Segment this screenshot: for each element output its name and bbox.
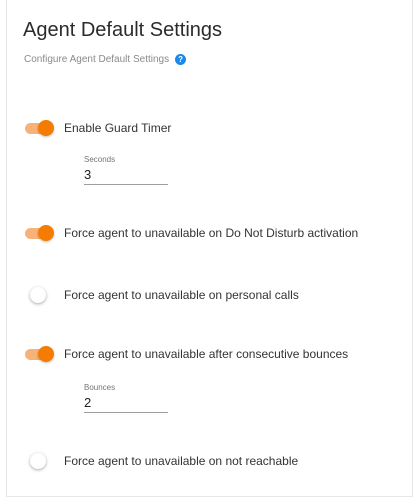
bounces-input[interactable]: 2 — [84, 395, 168, 412]
help-icon[interactable]: ? — [175, 54, 187, 65]
seconds-field[interactable]: Seconds 3 — [84, 155, 168, 185]
dnd-label: Force agent to unavailable on Do Not Dis… — [64, 226, 359, 240]
personal-calls-toggle[interactable] — [25, 287, 55, 303]
toggle-knob — [38, 120, 54, 136]
bounces-field-label: Bounces — [84, 383, 116, 392]
toggle-knob — [30, 453, 46, 469]
bounces-label: Force agent to unavailable after consecu… — [64, 347, 349, 361]
not-reachable-label: Force agent to unavailable on not reacha… — [64, 454, 299, 468]
setting-row-dnd: Force agent to unavailable on Do Not Dis… — [25, 225, 358, 241]
bounces-toggle[interactable] — [25, 346, 55, 362]
page-subtitle: Configure Agent Default Settings ? — [24, 54, 187, 65]
bounces-field[interactable]: Bounces 2 — [84, 383, 168, 413]
agent-default-settings-panel: Agent Default Settings Configure Agent D… — [6, 0, 413, 497]
personal-calls-label: Force agent to unavailable on personal c… — [64, 288, 299, 302]
dnd-toggle[interactable] — [25, 225, 55, 241]
seconds-field-label: Seconds — [84, 155, 116, 164]
not-reachable-toggle[interactable] — [25, 453, 55, 469]
guard-timer-label: Enable Guard Timer — [64, 121, 172, 135]
page-title: Agent Default Settings — [23, 19, 223, 41]
setting-row-personal-calls: Force agent to unavailable on personal c… — [25, 287, 299, 303]
toggle-knob — [30, 287, 46, 303]
toggle-knob — [38, 346, 54, 362]
guard-timer-toggle[interactable] — [25, 120, 55, 136]
seconds-input[interactable]: 3 — [84, 167, 168, 184]
setting-row-not-reachable: Force agent to unavailable on not reacha… — [25, 453, 298, 469]
toggle-knob — [38, 225, 54, 241]
setting-row-guard-timer: Enable Guard Timer — [25, 120, 171, 136]
subtitle-text: Configure Agent Default Settings — [24, 54, 170, 65]
setting-row-bounces: Force agent to unavailable after consecu… — [25, 346, 348, 362]
